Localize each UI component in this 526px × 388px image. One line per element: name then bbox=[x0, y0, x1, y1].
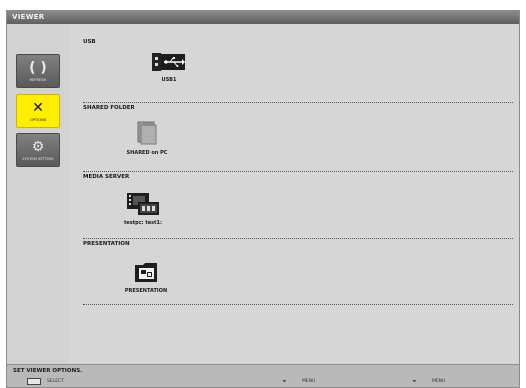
viewer-window: VIEWER ( ) REFRESH ✕ OPTIONS ⚙ SYSTEM SE… bbox=[6, 10, 520, 388]
source-caption: PRESENTATION bbox=[124, 288, 168, 294]
refresh-label: REFRESH bbox=[29, 77, 47, 82]
sidebar: ( ) REFRESH ✕ OPTIONS ⚙ SYSTEM SETTING bbox=[7, 24, 69, 364]
media-server-icon bbox=[127, 193, 159, 215]
status-message: SET VIEWER OPTIONS. bbox=[13, 368, 83, 374]
menu-hint-2: MENU bbox=[432, 379, 446, 384]
section-label-presentation: PRESENTATION bbox=[83, 241, 130, 247]
refresh-icon: ( ) bbox=[29, 59, 47, 76]
usb-drive-icon bbox=[152, 53, 185, 71]
source-list: USB USB1 SHARED FOLDER SHARED on PC MEDI… bbox=[69, 24, 519, 364]
nav-arrow-icon: ◄ bbox=[412, 379, 416, 384]
source-caption: SHARED on PC bbox=[126, 150, 168, 156]
section-label-usb: USB bbox=[83, 39, 96, 45]
section-label-shared-folder: SHARED FOLDER bbox=[83, 105, 135, 111]
status-bar: SET VIEWER OPTIONS. SELECT ◄ MENU ◄ MENU bbox=[7, 364, 519, 387]
section-divider bbox=[83, 171, 513, 172]
options-label: OPTIONS bbox=[29, 117, 47, 122]
source-item-media-server[interactable]: testpc: test1: bbox=[103, 192, 183, 226]
window-title: VIEWER bbox=[7, 11, 519, 24]
select-key-icon bbox=[27, 378, 41, 385]
section-divider bbox=[83, 238, 513, 239]
section-divider bbox=[83, 304, 513, 305]
system-setting-icon: ⚙ bbox=[31, 138, 45, 155]
source-item-presentation[interactable]: PRESENTATION bbox=[106, 260, 186, 294]
shared-folder-icon bbox=[137, 121, 157, 145]
nav-arrow-icon: ◄ bbox=[282, 379, 286, 384]
section-divider bbox=[83, 102, 513, 103]
select-hint: SELECT bbox=[47, 379, 64, 384]
system-setting-label: SYSTEM SETTING bbox=[22, 156, 54, 161]
options-button[interactable]: ✕ OPTIONS bbox=[16, 94, 60, 128]
source-item-usb1[interactable]: USB1 bbox=[129, 51, 209, 83]
system-setting-button[interactable]: ⚙ SYSTEM SETTING bbox=[16, 133, 60, 167]
tools-icon: ✕ bbox=[32, 99, 44, 116]
source-caption: testpc: test1: bbox=[123, 220, 163, 226]
section-label-media-server: MEDIA SERVER bbox=[83, 174, 130, 180]
menu-hint: MENU bbox=[302, 379, 316, 384]
source-item-shared-on-pc[interactable]: SHARED on PC bbox=[107, 120, 187, 156]
refresh-button[interactable]: ( ) REFRESH bbox=[16, 54, 60, 88]
presentation-icon bbox=[135, 263, 157, 282]
source-caption: USB1 bbox=[161, 77, 177, 83]
